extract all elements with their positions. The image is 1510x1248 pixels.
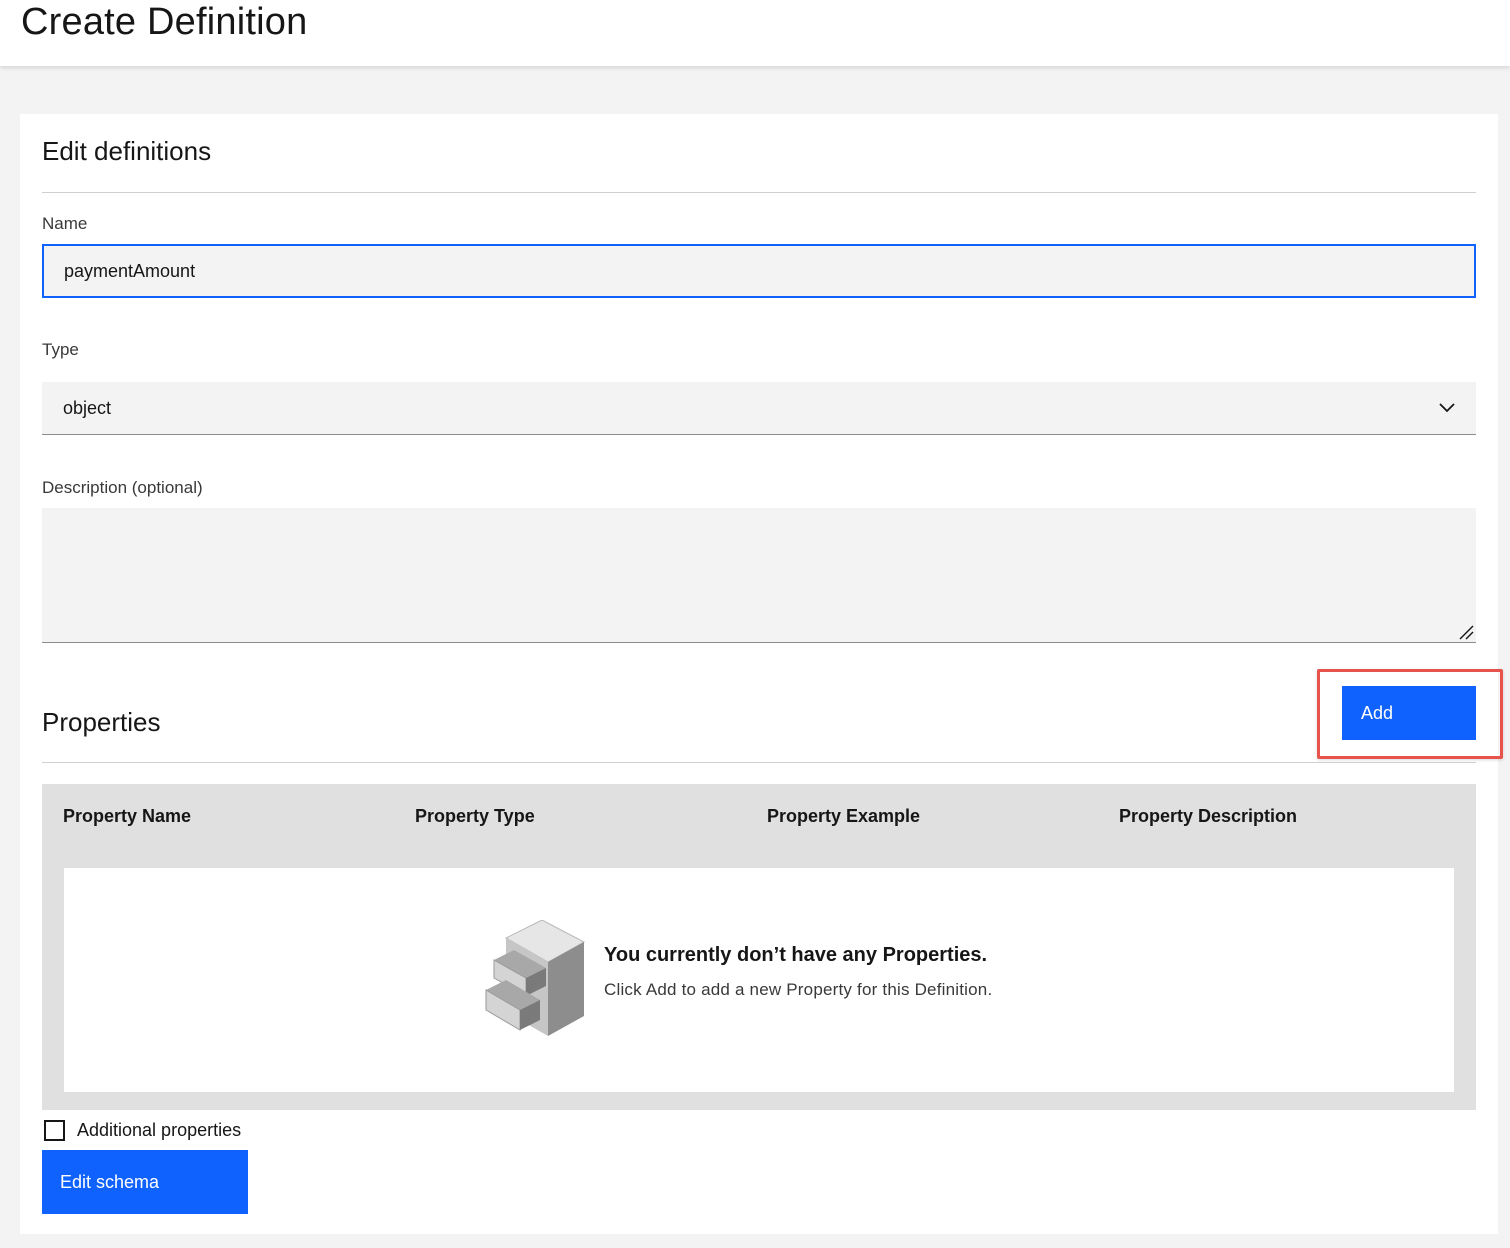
type-select-value: object — [63, 397, 112, 418]
add-button-label: Add — [1361, 702, 1394, 723]
filing-cabinet-icon — [484, 919, 586, 1040]
edit-definitions-panel: Edit definitions Name paymentAmount Type… — [20, 114, 1503, 1234]
section-title-properties: Properties — [42, 707, 161, 737]
page-title: Create Definition — [21, 1, 308, 43]
page-header: Create Definition — [0, 0, 1510, 66]
additional-properties-label[interactable]: Additional properties — [77, 1120, 241, 1141]
column-header-property-description[interactable]: Property Description — [1098, 806, 1450, 827]
description-textarea[interactable] — [42, 508, 1476, 643]
empty-state-subtitle: Click Add to add a new Property for this… — [604, 980, 993, 999]
additional-properties-row[interactable]: Additional properties — [44, 1119, 241, 1141]
additional-properties-checkbox[interactable] — [44, 1119, 65, 1141]
name-input-value: paymentAmount — [64, 260, 196, 281]
name-input[interactable]: paymentAmount — [42, 244, 1476, 298]
column-header-property-type[interactable]: Property Type — [394, 806, 746, 827]
chevron-down-icon — [1439, 400, 1455, 416]
edit-schema-button[interactable]: Edit schema — [42, 1150, 248, 1214]
properties-table-body: You currently don’t have any Properties.… — [42, 848, 1476, 1110]
properties-table-header: Property Name Property Type Property Exa… — [42, 784, 1476, 848]
add-property-button[interactable]: Add — [1342, 686, 1476, 740]
column-header-property-example[interactable]: Property Example — [746, 806, 1098, 827]
name-label: Name — [42, 214, 88, 233]
resize-handle-icon[interactable] — [1458, 624, 1474, 640]
type-select[interactable]: object — [42, 382, 1476, 435]
section-title-edit-definitions: Edit definitions — [42, 136, 212, 166]
empty-state-title: You currently don’t have any Properties. — [604, 944, 988, 966]
column-header-property-name[interactable]: Property Name — [42, 806, 394, 827]
description-label: Description (optional) — [42, 478, 203, 497]
divider — [42, 192, 1476, 193]
edit-schema-label: Edit schema — [60, 1171, 160, 1192]
empty-state: You currently don’t have any Properties.… — [64, 868, 1454, 1092]
divider — [42, 762, 1476, 763]
type-label: Type — [42, 340, 79, 359]
